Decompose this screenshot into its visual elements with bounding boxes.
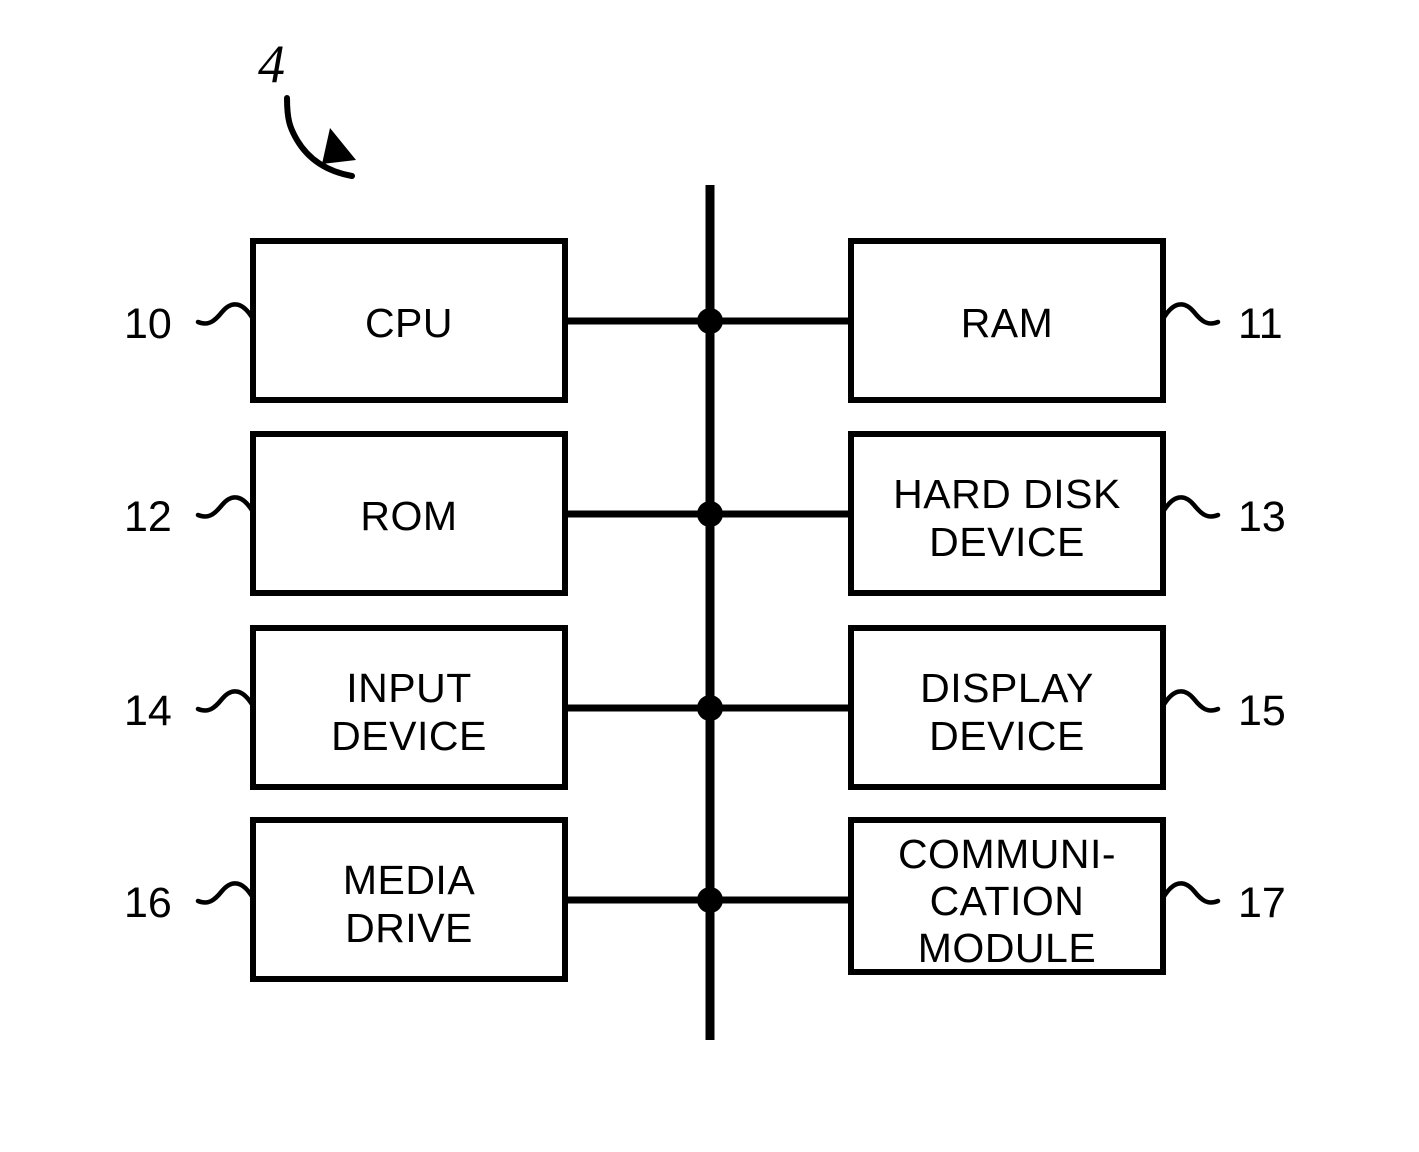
row-media-communication: MEDIA DRIVE COMMUNI- CATION MODULE 16 17 bbox=[124, 817, 1286, 982]
figure-leader-arrowhead bbox=[322, 128, 356, 164]
reference-numeral-17: 17 bbox=[1238, 879, 1286, 927]
reference-numeral-10: 10 bbox=[124, 300, 172, 348]
block-communication-module-label-line1: COMMUNI- bbox=[898, 831, 1116, 877]
block-media-drive-label-line1: MEDIA bbox=[343, 857, 476, 903]
leader-line-14 bbox=[195, 689, 256, 713]
leader-line-13 bbox=[1160, 495, 1221, 519]
block-display-device-label-line1: DISPLAY bbox=[920, 665, 1094, 711]
block-rom-label-line1: ROM bbox=[360, 493, 457, 539]
block-display-device-label-line2: DEVICE bbox=[929, 713, 1085, 759]
row-input-display: INPUT DEVICE DISPLAY DEVICE 14 15 bbox=[124, 625, 1286, 790]
row-rom-harddisk: ROM HARD DISK DEVICE 12 13 bbox=[124, 431, 1286, 596]
leader-line-11 bbox=[1160, 302, 1221, 326]
figure-reference-numeral: 4 bbox=[258, 34, 285, 94]
block-hard-disk-device-label-line2: DEVICE bbox=[929, 519, 1085, 565]
reference-numeral-11: 11 bbox=[1238, 300, 1283, 348]
block-communication-module-label-line3: MODULE bbox=[918, 925, 1096, 971]
leader-line-12 bbox=[195, 495, 256, 519]
figure-leader-arrow-curve bbox=[284, 95, 355, 179]
reference-numeral-14: 14 bbox=[124, 687, 172, 735]
reference-numeral-12: 12 bbox=[124, 493, 172, 541]
block-hard-disk-device-label-line1: HARD DISK bbox=[893, 471, 1121, 517]
row-cpu-ram: CPU RAM 10 11 bbox=[124, 238, 1283, 403]
block-communication-module-label-line2: CATION bbox=[930, 878, 1085, 924]
block-cpu-label-line1: CPU bbox=[365, 300, 453, 346]
reference-numeral-15: 15 bbox=[1238, 687, 1286, 735]
reference-numeral-13: 13 bbox=[1238, 493, 1286, 541]
leader-line-10 bbox=[195, 302, 256, 326]
block-media-drive-label-line2: DRIVE bbox=[345, 905, 473, 951]
block-ram-label-line1: RAM bbox=[961, 300, 1054, 346]
leader-line-17 bbox=[1160, 881, 1221, 905]
leader-line-16 bbox=[195, 881, 256, 905]
leader-line-15 bbox=[1160, 689, 1221, 713]
block-input-device-label-line1: INPUT bbox=[346, 665, 472, 711]
reference-numeral-16: 16 bbox=[124, 879, 172, 927]
figure-reference-group: 4 bbox=[258, 34, 356, 179]
hardware-block-diagram: 4 CPU RAM 10 11 ROM HARD DISK DEVICE 12 … bbox=[0, 0, 1419, 1152]
block-input-device-label-line2: DEVICE bbox=[331, 713, 487, 759]
